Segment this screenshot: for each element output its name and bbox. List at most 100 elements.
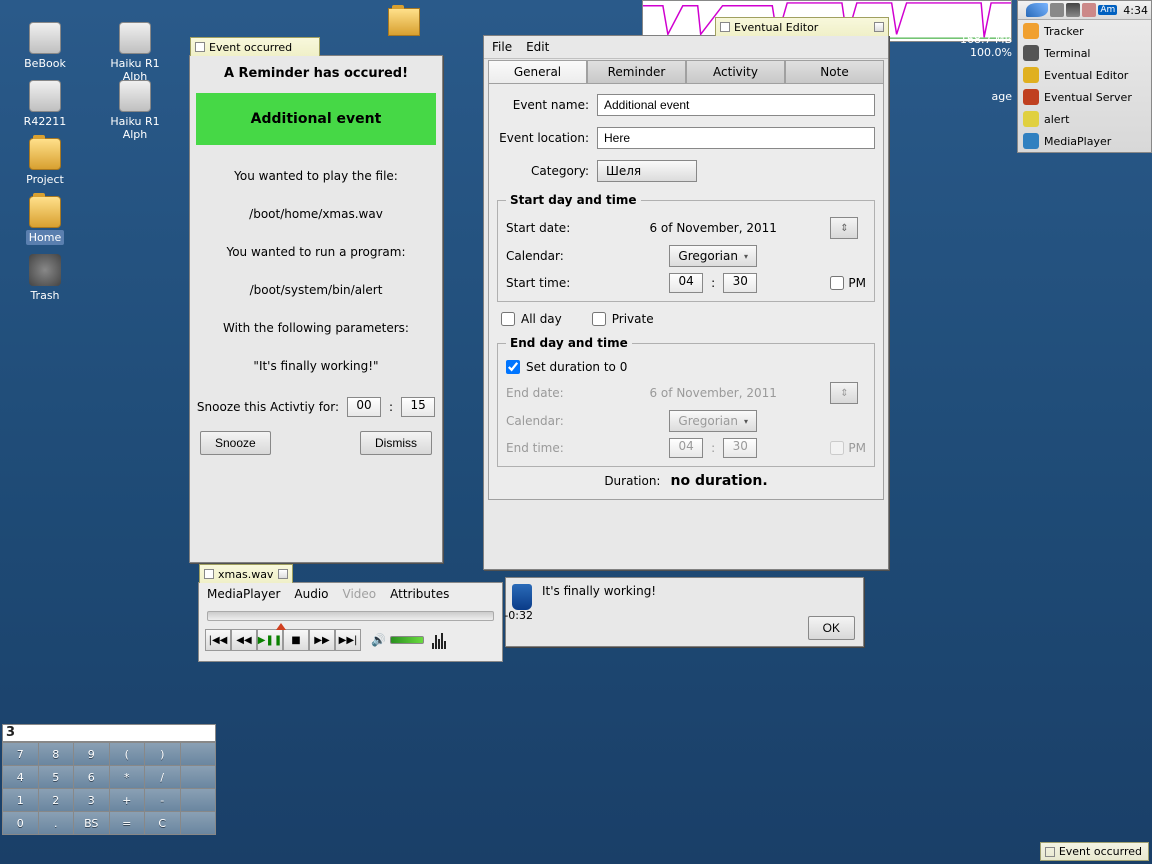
- start-minute[interactable]: 30: [723, 273, 757, 293]
- event-name-field[interactable]: [597, 94, 875, 116]
- calc-key-5[interactable]: 5: [39, 766, 74, 788]
- calc-display[interactable]: 3: [2, 724, 216, 742]
- seek-bar[interactable]: -0:32: [207, 611, 494, 621]
- calc-key-0[interactable]: 0: [3, 812, 38, 834]
- close-icon[interactable]: [720, 22, 730, 32]
- calc-key-/[interactable]: /: [145, 766, 180, 788]
- taskbar-button[interactable]: Event occurred: [1040, 842, 1149, 861]
- seek-position-icon[interactable]: [276, 623, 286, 630]
- calc-key-3[interactable]: 3: [74, 789, 109, 811]
- leaf-menu-icon[interactable]: [1026, 3, 1048, 17]
- clock[interactable]: 4:34: [1123, 4, 1148, 17]
- desk-icon-r42211[interactable]: R42211: [10, 78, 80, 129]
- calc-key-9[interactable]: 9: [74, 743, 109, 765]
- calc-key-([interactable]: (: [110, 743, 145, 765]
- zoom-icon[interactable]: [278, 569, 288, 579]
- calc-key-7[interactable]: 7: [3, 743, 38, 765]
- calc-key-.[interactable]: .: [39, 812, 74, 834]
- tab-note[interactable]: Note: [785, 60, 884, 83]
- calc-key-+[interactable]: +: [110, 789, 145, 811]
- tab-reminder[interactable]: Reminder: [587, 60, 686, 83]
- start-calendar-dropdown[interactable]: Gregorian▾: [669, 245, 757, 267]
- start-hour[interactable]: 04: [669, 273, 703, 293]
- mp-menu-attributes[interactable]: Attributes: [390, 587, 449, 601]
- calc-key-4[interactable]: 4: [3, 766, 38, 788]
- play-pause-button[interactable]: ▶❚❚: [257, 629, 283, 651]
- tray-icon-3[interactable]: [1082, 3, 1096, 17]
- category-dropdown[interactable]: Шеля: [597, 160, 697, 182]
- window-mediaplayer: xmas.wav MediaPlayer Audio Video Attribu…: [198, 582, 503, 662]
- tab-general[interactable]: General: [488, 60, 587, 83]
- start-date-picker-button[interactable]: ⇕: [830, 217, 858, 239]
- private-checkbox[interactable]: [592, 312, 606, 326]
- tray-icon-1[interactable]: [1050, 3, 1064, 17]
- deskbar-app-mediaplayer[interactable]: MediaPlayer: [1018, 130, 1151, 152]
- titlebar-eventual-editor[interactable]: Eventual Editor: [715, 17, 889, 36]
- net-age: age: [992, 90, 1013, 103]
- end-date-label: End date:: [506, 386, 596, 400]
- menu-edit[interactable]: Edit: [526, 40, 549, 54]
- event-location-field[interactable]: [597, 127, 875, 149]
- menu-file[interactable]: File: [492, 40, 512, 54]
- calc-key--[interactable]: -: [145, 789, 180, 811]
- set-duration-zero-label: Set duration to 0: [526, 360, 627, 374]
- mp-menu-mediaplayer[interactable]: MediaPlayer: [207, 587, 280, 601]
- start-date-value: 6 of November, 2011: [606, 221, 820, 235]
- calc-key-2[interactable]: 2: [39, 789, 74, 811]
- speaker-icon[interactable]: 🔊: [371, 633, 386, 647]
- end-hour: 04: [669, 438, 703, 458]
- tray-icon-2[interactable]: [1066, 3, 1080, 17]
- skip-back-button[interactable]: |◀◀: [205, 629, 231, 651]
- calc-key-8[interactable]: 8: [39, 743, 74, 765]
- close-icon[interactable]: [1045, 847, 1055, 857]
- mp-menu-audio[interactable]: Audio: [294, 587, 328, 601]
- editor-tabs: General Reminder Activity Note: [488, 60, 884, 83]
- start-pm-checkbox[interactable]: [830, 276, 844, 290]
- calc-key-1[interactable]: 1: [3, 789, 38, 811]
- stop-button[interactable]: ■: [283, 629, 309, 651]
- titlebar-mediaplayer[interactable]: xmas.wav: [199, 564, 293, 583]
- alert-ok-button[interactable]: OK: [808, 616, 855, 640]
- calculator: 3 789()456*/123+-0.BS=C: [2, 724, 216, 835]
- titlebar-event-occurred[interactable]: Event occurred: [190, 37, 320, 56]
- calc-key-*[interactable]: *: [110, 766, 145, 788]
- desk-icon-home[interactable]: Home: [10, 194, 80, 245]
- deskbar-app-eventual-editor[interactable]: Eventual Editor: [1018, 64, 1151, 86]
- zoom-icon[interactable]: [874, 22, 884, 32]
- desk-icon-bebook[interactable]: BeBook: [10, 20, 80, 71]
- folder-icon-loose[interactable]: [388, 8, 420, 36]
- dismiss-button[interactable]: Dismiss: [360, 431, 432, 455]
- calc-key-6[interactable]: 6: [74, 766, 109, 788]
- calc-key-)[interactable]: ): [145, 743, 180, 765]
- snooze-minutes[interactable]: 15: [401, 397, 435, 417]
- set-duration-zero-checkbox[interactable]: [506, 360, 520, 374]
- rewind-button[interactable]: ◀◀: [231, 629, 257, 651]
- deskbar-app-tracker[interactable]: Tracker: [1018, 20, 1151, 42]
- snooze-button[interactable]: Snooze: [200, 431, 271, 455]
- calc-key-=[interactable]: =: [110, 812, 145, 834]
- start-day-time-group: Start day and time Start date: 6 of Nove…: [497, 193, 875, 302]
- close-icon[interactable]: [204, 569, 214, 579]
- forward-button[interactable]: ▶▶: [309, 629, 335, 651]
- keyboard-indicator[interactable]: Am: [1098, 5, 1117, 15]
- start-time-label: Start time:: [506, 276, 596, 290]
- desk-icon-haiku1[interactable]: Haiku R1 Alph: [100, 20, 170, 84]
- category-label: Category:: [497, 164, 597, 178]
- volume-slider[interactable]: [390, 636, 424, 644]
- all-day-checkbox[interactable]: [501, 312, 515, 326]
- time-remaining: -0:32: [504, 609, 533, 622]
- snooze-hours[interactable]: 00: [347, 397, 381, 417]
- deskbar-app-eventual-server[interactable]: Eventual Server: [1018, 86, 1151, 108]
- desk-icon-project[interactable]: Project: [10, 136, 80, 187]
- skip-fwd-button[interactable]: ▶▶|: [335, 629, 361, 651]
- close-icon[interactable]: [195, 42, 205, 52]
- start-calendar-label: Calendar:: [506, 249, 596, 263]
- deskbar-app-terminal[interactable]: Terminal: [1018, 42, 1151, 64]
- desk-icon-trash[interactable]: Trash: [10, 252, 80, 303]
- deskbar-app-alert[interactable]: alert: [1018, 108, 1151, 130]
- calc-key-BS[interactable]: BS: [74, 812, 109, 834]
- end-time-label: End time:: [506, 441, 596, 455]
- tab-activity[interactable]: Activity: [686, 60, 785, 83]
- calc-key-C[interactable]: C: [145, 812, 180, 834]
- desk-icon-haiku2[interactable]: Haiku R1 Alph: [100, 78, 170, 142]
